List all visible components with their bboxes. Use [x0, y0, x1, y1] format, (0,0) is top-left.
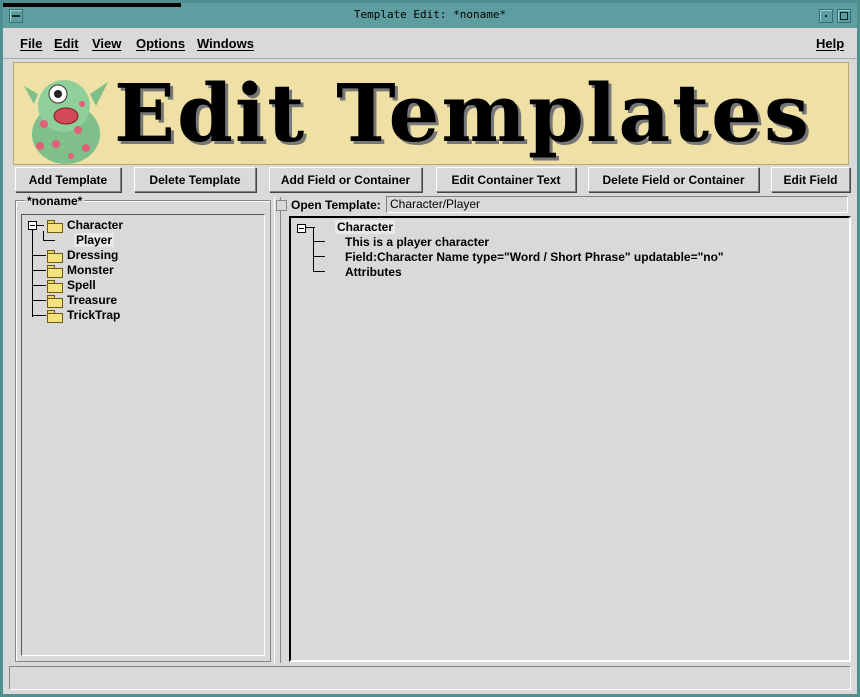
structure-item-field[interactable]: Field:Character Name type="Word / Short …	[345, 250, 724, 264]
collapse-icon[interactable]	[28, 221, 37, 230]
open-template-label: Open Template:	[291, 198, 381, 212]
menu-view[interactable]: View	[92, 36, 121, 51]
edit-container-text-button[interactable]: Edit Container Text	[436, 167, 576, 192]
structure-item-description[interactable]: This is a player character	[345, 235, 489, 249]
menu-file[interactable]: File	[20, 36, 42, 51]
delete-field-or-container-button[interactable]: Delete Field or Container	[588, 167, 759, 192]
delete-template-button[interactable]: Delete Template	[134, 167, 256, 192]
tree-line	[32, 225, 33, 317]
template-list-label: *noname*	[25, 194, 85, 208]
banner-title: Edit Templates	[114, 66, 812, 160]
title-bar-strip	[3, 3, 181, 7]
tree-line	[313, 271, 325, 272]
menu-windows[interactable]: Windows	[197, 36, 254, 51]
tree-item-treasure[interactable]: Treasure	[67, 293, 117, 307]
template-tree[interactable]: Character Player Dressing Monster Spell …	[21, 214, 265, 656]
tree-line	[32, 285, 46, 286]
tree-line	[32, 300, 46, 301]
tree-line	[43, 240, 55, 241]
tree-item-tricktrap[interactable]: TrickTrap	[67, 308, 120, 322]
tree-line	[32, 270, 46, 271]
tree-item-player[interactable]: Player	[74, 233, 115, 247]
minimize-icon[interactable]	[819, 9, 833, 23]
menu-bar: File Edit View Options Windows Help	[3, 28, 857, 59]
title-bar[interactable]: Template Edit: *noname*	[3, 3, 857, 28]
add-template-button[interactable]: Add Template	[15, 167, 121, 192]
window-title: Template Edit: *noname*	[353, 8, 507, 21]
folder-icon	[47, 265, 63, 278]
folder-icon	[47, 250, 63, 263]
add-field-or-container-button[interactable]: Add Field or Container	[269, 167, 422, 192]
tree-item-monster[interactable]: Monster	[67, 263, 114, 277]
menu-edit[interactable]: Edit	[54, 36, 79, 51]
edit-field-button[interactable]: Edit Field	[771, 167, 850, 192]
tree-line	[313, 256, 325, 257]
app-window: Template Edit: *noname* File Edit View O…	[0, 0, 860, 697]
tree-item-dressing[interactable]: Dressing	[67, 248, 118, 262]
folder-icon	[47, 310, 63, 323]
structure-item-attributes[interactable]: Attributes	[345, 265, 402, 279]
collapse-icon[interactable]	[297, 224, 306, 233]
tree-line	[32, 315, 46, 316]
folder-icon	[47, 280, 63, 293]
open-template-toggle[interactable]	[276, 200, 287, 211]
tree-item-spell[interactable]: Spell	[67, 278, 96, 292]
menu-help[interactable]: Help	[816, 36, 844, 51]
open-template-input[interactable]	[386, 196, 848, 213]
folder-icon	[47, 295, 63, 308]
tree-line	[313, 241, 325, 242]
tree-item-character[interactable]: Character	[67, 218, 123, 232]
status-bar	[9, 666, 851, 690]
structure-root-character[interactable]: Character	[335, 220, 396, 234]
tree-line	[36, 225, 44, 226]
pane-splitter[interactable]	[274, 197, 281, 663]
monster-mascot-icon	[24, 80, 108, 164]
menu-options[interactable]: Options	[136, 36, 185, 51]
maximize-icon[interactable]	[837, 9, 851, 23]
tree-line	[32, 255, 46, 256]
banner: Edit Templates	[13, 62, 849, 165]
template-structure-tree[interactable]: Character This is a player character Fie…	[289, 216, 851, 662]
folder-icon	[47, 220, 63, 233]
tree-line	[313, 227, 314, 271]
